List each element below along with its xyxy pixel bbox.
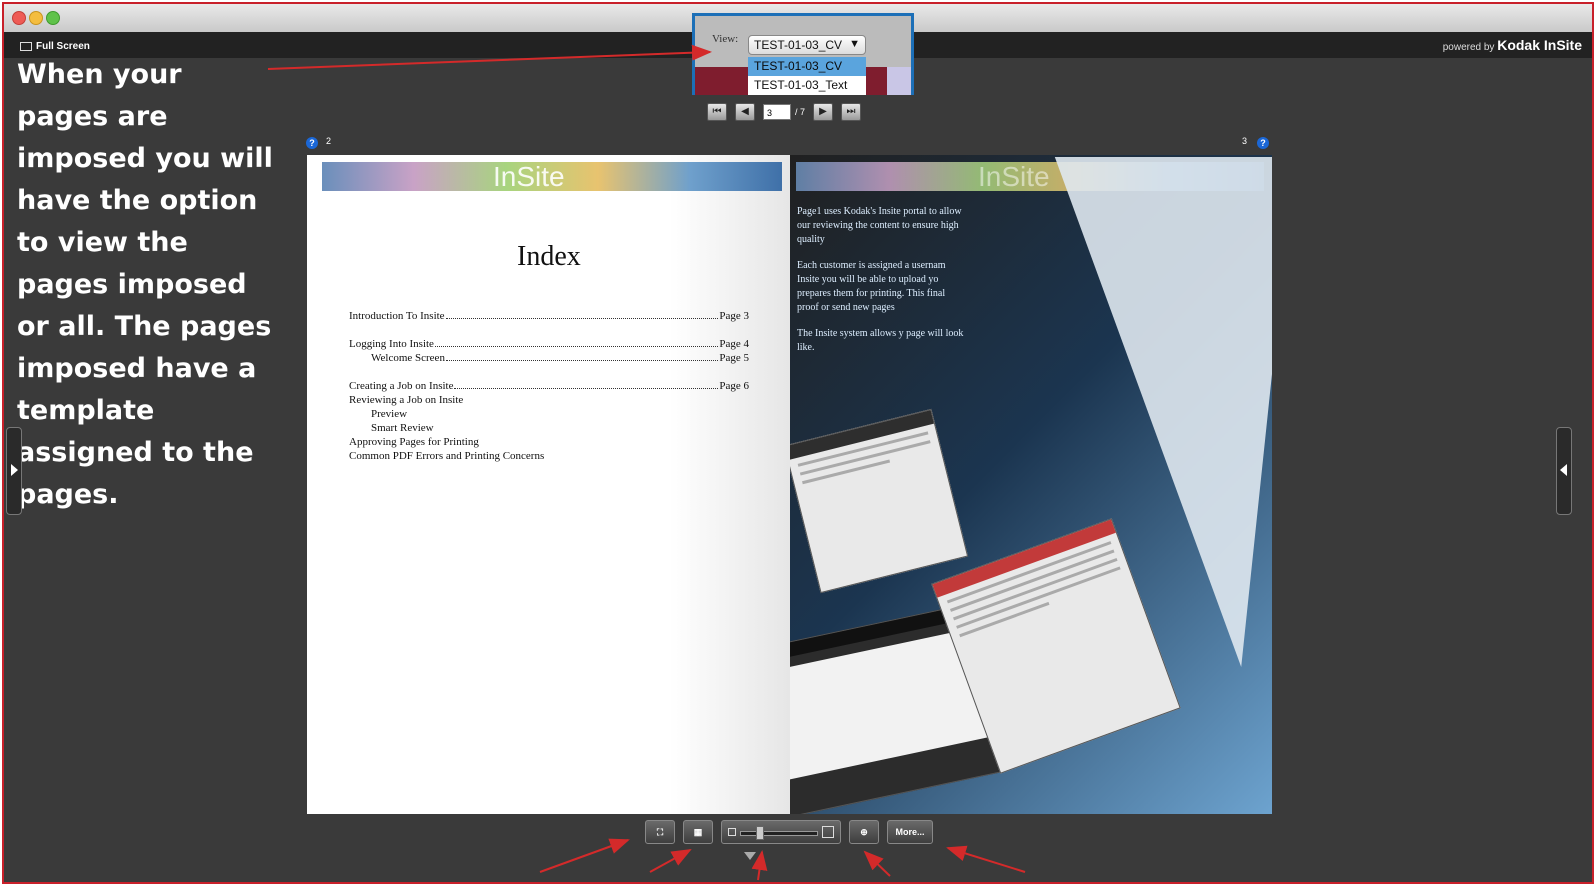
full-screen-icon xyxy=(20,42,32,51)
view-options-list: TEST-01-03_CV TEST-01-03_Text xyxy=(748,57,866,95)
banner-logo: InSite xyxy=(978,161,1050,192)
toc-entry-title: Common PDF Errors and Printing Concerns xyxy=(349,450,545,462)
full-screen-label: Full Screen xyxy=(36,41,90,52)
zoom-thumb[interactable] xyxy=(756,826,764,840)
toc-entry-title: Approving Pages for Printing xyxy=(349,436,479,448)
zoom-window-button[interactable] xyxy=(46,11,60,25)
previous-page-button[interactable]: ◀ xyxy=(735,103,755,121)
right-page: InSite Page1 uses Kodak's Insite portal … xyxy=(790,155,1272,814)
toc-entry: Welcome Screen Page 5 xyxy=(349,351,749,365)
toc-entry-title: Introduction To Insite xyxy=(349,310,445,322)
background-swatch xyxy=(866,67,887,95)
toc-entry: Introduction To Insite Page 3 xyxy=(349,309,749,323)
background-swatch xyxy=(695,67,748,95)
first-page-button[interactable]: ⏮ xyxy=(707,103,727,121)
chevron-down-icon: ▼ xyxy=(849,38,860,50)
help-icon[interactable]: ? xyxy=(306,137,318,149)
toc-entry: Common PDF Errors and Printing Concerns xyxy=(349,449,749,463)
powered-by-label: powered by xyxy=(1442,42,1495,53)
annotation-text: When your pages are imposed you will hav… xyxy=(17,59,273,510)
filmstrip-toggle-icon[interactable] xyxy=(744,852,756,860)
view-label: View: xyxy=(712,33,739,45)
kodak-insite-logo: Kodak InSite xyxy=(1497,37,1582,53)
toc-entry: Reviewing a Job on Insite xyxy=(349,393,749,407)
toc-entry-title: Preview xyxy=(371,408,408,420)
view-option[interactable]: TEST-01-03_CV xyxy=(748,57,866,76)
right-page-number: 3 xyxy=(1242,136,1248,146)
background-swatch xyxy=(887,67,911,95)
screenshot-image xyxy=(790,408,969,594)
toc-entry: Preview xyxy=(349,407,749,421)
powered-by: powered by Kodak InSite xyxy=(1443,37,1582,53)
banner-logo: InSite xyxy=(493,161,565,192)
toc-entry-title: Smart Review xyxy=(371,422,434,434)
toc-entry-title: Creating a Job on Insite xyxy=(349,380,454,392)
zoom-slider[interactable] xyxy=(721,820,841,844)
toc-leader-dots xyxy=(445,351,719,361)
zoom-track xyxy=(740,831,818,836)
toc-leader-dots xyxy=(434,337,719,347)
minimize-window-button[interactable] xyxy=(29,11,43,25)
toc-entry-page: Page 6 xyxy=(719,380,749,392)
view-selector-panel: View: TEST-01-03_CV ▼ TEST-01-03_CV TEST… xyxy=(692,13,914,95)
target-button[interactable]: ⊕ xyxy=(849,820,879,844)
chevron-right-icon xyxy=(11,464,18,476)
toc-entry-page: Page 5 xyxy=(719,352,749,364)
left-panel-toggle[interactable] xyxy=(6,427,22,515)
thumbnails-button[interactable]: ▦ xyxy=(683,820,713,844)
app-window: Full Screen powered by Kodak InSite When… xyxy=(2,2,1594,884)
toc-spacer xyxy=(349,365,749,379)
view-option[interactable]: TEST-01-03_Text xyxy=(748,76,866,95)
last-page-button[interactable]: ⏭ xyxy=(841,103,862,121)
zoom-in-icon xyxy=(822,826,834,838)
view-dropdown[interactable]: TEST-01-03_CV ▼ xyxy=(748,35,866,55)
bottom-toolbar: ⛶ ▦ ⊕ More... xyxy=(645,820,933,844)
paragraph: Each customer is assigned a usernam Insi… xyxy=(797,260,946,313)
zoom-out-icon xyxy=(728,828,736,836)
full-screen-button[interactable]: Full Screen xyxy=(20,41,90,52)
page-total: / 7 xyxy=(795,107,806,117)
toc-entry-page: Page 3 xyxy=(719,310,749,322)
help-icon[interactable]: ? xyxy=(1257,137,1269,149)
toc-entry: Logging Into Insite Page 4 xyxy=(349,337,749,351)
right-page-text: Page1 uses Kodak's Insite portal to allo… xyxy=(797,205,967,367)
toc-leader-dots xyxy=(445,309,719,319)
toc-spacer xyxy=(349,323,749,337)
fit-page-button[interactable]: ⛶ xyxy=(645,820,675,844)
page-title: Index xyxy=(517,241,581,272)
close-window-button[interactable] xyxy=(12,11,26,25)
next-page-button[interactable]: ▶ xyxy=(813,103,834,121)
left-page-number: 2 xyxy=(326,136,332,146)
toc-entry-title: Logging Into Insite xyxy=(349,338,434,350)
view-selected-value: TEST-01-03_CV xyxy=(754,38,843,52)
page-spread: InSite Index Introduction To Insite Page … xyxy=(307,155,1272,814)
right-panel-toggle[interactable] xyxy=(1556,427,1572,515)
toc-entry: Creating a Job on Insite Page 6 xyxy=(349,379,749,393)
toc-entry-title: Reviewing a Job on Insite xyxy=(349,394,464,406)
chevron-left-icon xyxy=(1560,464,1567,476)
paragraph: Page1 uses Kodak's Insite portal to allo… xyxy=(797,206,962,245)
paragraph: The Insite system allows y page will loo… xyxy=(797,328,964,353)
toc-entry: Smart Review xyxy=(349,421,749,435)
toc-entry-title: Welcome Screen xyxy=(371,352,445,364)
page-curl xyxy=(1001,157,1272,667)
page-number-input[interactable]: 3 xyxy=(763,104,791,120)
table-of-contents: Introduction To Insite Page 3 Logging Into… xyxy=(349,309,749,463)
toc-entry-page: Page 4 xyxy=(719,338,749,350)
page-navigator: ⏮ ◀ 3 / 7 ▶ ⏭ xyxy=(707,103,862,121)
left-page: InSite Index Introduction To Insite Page … xyxy=(307,155,790,814)
more-button[interactable]: More... xyxy=(887,820,933,844)
toc-entry: Approving Pages for Printing xyxy=(349,435,749,449)
toc-leader-dots xyxy=(454,379,719,389)
